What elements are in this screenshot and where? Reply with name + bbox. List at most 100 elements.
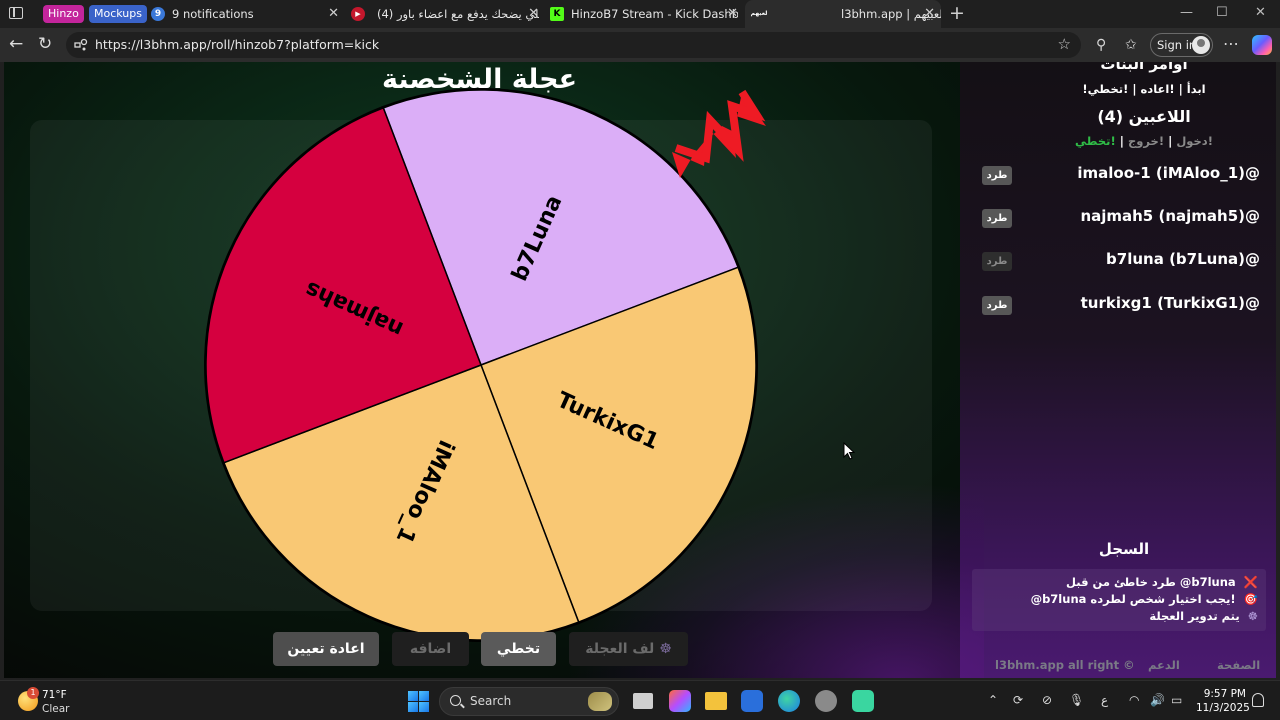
sync-icon[interactable]: ⟳ [1013,693,1023,707]
l3bhm-favicon-icon: لعبهم [750,10,768,17]
start-button[interactable] [408,691,429,712]
log-entry: يتم تدوير العجلة ☸ [1149,609,1258,623]
weather-temp: 71°F [42,689,67,701]
wifi-icon[interactable]: ◠ [1129,693,1139,707]
skip-command: !تخطي [1075,134,1116,148]
clock[interactable]: 9:57 PM 11/3/2025 [1196,687,1250,715]
kick-button[interactable]: طرد [982,296,1012,315]
taskbar-search[interactable]: Search [439,687,619,716]
search-icon [450,695,461,706]
url-text[interactable]: https://l3bhm.app/roll/hinzob7?platform=… [95,32,379,58]
player-name: imaloo-1 (iMAloo_1)@ [1077,164,1260,182]
show-hidden-icons-icon[interactable]: ⌃ [988,693,998,707]
camera-off-icon[interactable]: ⊘ [1042,693,1052,707]
clock-date: 11/3/2025 [1196,702,1250,714]
store-icon[interactable] [741,690,763,712]
refresh-icon[interactable]: ↻ [38,34,52,54]
favorite-star-icon[interactable]: ☆ [1058,35,1071,53]
spin-icon: ☸ [659,641,672,657]
weather-badge: 1 [27,687,39,699]
players-title: اللاعبين (4) [1097,107,1191,126]
player-row: طرد b7luna (b7Luna)@ [982,250,1262,272]
tab-actions-icon[interactable] [9,7,23,19]
site-info-icon[interactable] [74,38,88,52]
input-language[interactable]: ع [1101,693,1108,707]
close-tab-icon[interactable]: ✕ [328,0,339,28]
volume-icon[interactable]: 🔊 [1150,693,1165,707]
close-tab-icon[interactable]: ✕ [727,0,738,28]
navigation-bar: ← ↻ https://l3bhm.app/roll/hinzob7?platf… [0,28,1280,62]
tab-title: 9 notifications [172,7,254,21]
notifications-favicon-icon: 9 [151,7,165,21]
close-tab-icon[interactable]: ✕ [924,0,935,28]
sign-in-label: Sign in [1157,38,1197,52]
footer-support-link[interactable]: الدعم [1148,658,1180,672]
new-tab-icon[interactable]: + [949,2,965,24]
copilot-app-icon[interactable] [669,690,691,712]
file-explorer-icon[interactable] [705,692,727,710]
tab-title: (4) اللي يضحك يدفع مع اعضاء باور [377,7,539,21]
spin-wheel-button[interactable]: لف العجلة ☸ [569,632,688,666]
sign-in-button[interactable]: Sign in [1150,33,1213,57]
app-icon[interactable] [852,690,874,712]
player-name: b7luna (b7Luna)@ [1106,250,1260,268]
commands-list: !ابدأ | !اعاده | !تخطي [1082,82,1206,96]
tab-youtube[interactable]: ▶ (4) اللي يضحك يدفع مع اعضاء باور ✕ [351,0,539,28]
kick-button[interactable]: طرد [982,252,1012,271]
log-entry-text: @b7luna يجب اختيار شخص لطرده! [1030,592,1236,606]
minimize-icon[interactable]: — [1180,5,1193,20]
weather-desc: Clear [42,703,70,715]
extensions-icon[interactable]: ⚲ [1096,37,1106,53]
tab-strip: Hinzo Mockups 9 9 notifications ✕ ▶ (4) … [0,0,1280,28]
tab-notifications[interactable]: 9 9 notifications ✕ [151,0,339,28]
target-icon: 🎯 [1243,592,1258,606]
player-name: najmah5 (najmah5)@ [1080,207,1260,225]
close-tab-icon[interactable]: ✕ [528,0,539,28]
microphone-icon[interactable]: 🎙 [1069,693,1084,707]
copilot-icon[interactable] [1252,35,1272,55]
profile-avatar-icon [1192,36,1210,54]
page-content: b7Luna TurkixG1 iMAloo_1 najmahs عجلة ال… [4,62,1276,678]
log-entry-text: طرد خاطئ من قبل @b7luna [1065,575,1236,589]
tab-group-hinzo[interactable]: Hinzo [43,5,84,23]
more-menu-icon[interactable]: ⋯ [1223,34,1239,53]
battery-icon[interactable]: ▭ [1171,693,1182,707]
tab-kick-dashboard[interactable]: K HinzoB7 Stream - Kick Dashboard ✕ [550,0,738,28]
commands-title: اوامر البنات [1100,62,1188,73]
back-icon[interactable]: ← [9,34,23,54]
search-highlight-icon [588,692,612,711]
join-command: !دخول [1176,134,1213,148]
wheel-icon: ☸ [1247,609,1258,623]
log-title: السجل [1098,540,1150,558]
log-panel[interactable]: طرد خاطئ من قبل @b7luna ❌ @b7luna يجب اخ… [972,569,1266,631]
settings-icon[interactable] [815,690,837,712]
youtube-favicon-icon: ▶ [351,7,365,21]
clock-time: 9:57 PM [1203,688,1246,700]
kick-button[interactable]: طرد [982,209,1012,228]
close-window-icon[interactable]: ✕ [1255,5,1266,20]
footer-home-link[interactable]: الصفحة [1217,658,1260,672]
kick-favicon-icon: K [550,7,564,21]
wheel-title: عجلة الشخصنة [382,64,578,95]
log-entry: طرد خاطئ من قبل @b7luna ❌ [1066,575,1258,589]
tab-title: HinzoB7 Stream - Kick Dashboard [571,7,738,21]
address-bar[interactable]: https://l3bhm.app/roll/hinzob7?platform=… [66,32,1081,58]
task-view-icon[interactable] [633,693,653,709]
favorites-icon[interactable]: ✩ [1125,37,1137,53]
maximize-icon[interactable]: ☐ [1216,5,1228,20]
cross-icon: ❌ [1243,575,1258,589]
taskbar: 1 71°F Clear Search ⌃ ⟳ ⊘ 🎙 ع ◠ 🔊 ▭ 9:57… [0,680,1280,720]
player-name: turkixg1 (TurkixG1)@ [1080,294,1260,312]
skip-button[interactable]: تخطي [481,632,556,666]
player-row: طرد imaloo-1 (iMAloo_1)@ [982,164,1262,186]
kick-button[interactable]: طرد [982,166,1012,185]
wheel[interactable]: b7Luna TurkixG1 iMAloo_1 najmahs [4,62,960,678]
tab-group-mockups[interactable]: Mockups [89,5,147,23]
spin-label: لف العجلة [585,641,655,657]
reset-button[interactable]: اعادة تعيين [273,632,379,666]
add-button[interactable]: اضافه [392,632,469,666]
edge-browser-icon[interactable] [778,690,800,712]
footer-copyright: l3bhm.app all right © [995,658,1135,672]
tab-l3bhm[interactable]: لعبهم l3bhm.app | لعبيهم ✕ [745,0,941,28]
notifications-bell-icon[interactable] [1252,693,1264,707]
